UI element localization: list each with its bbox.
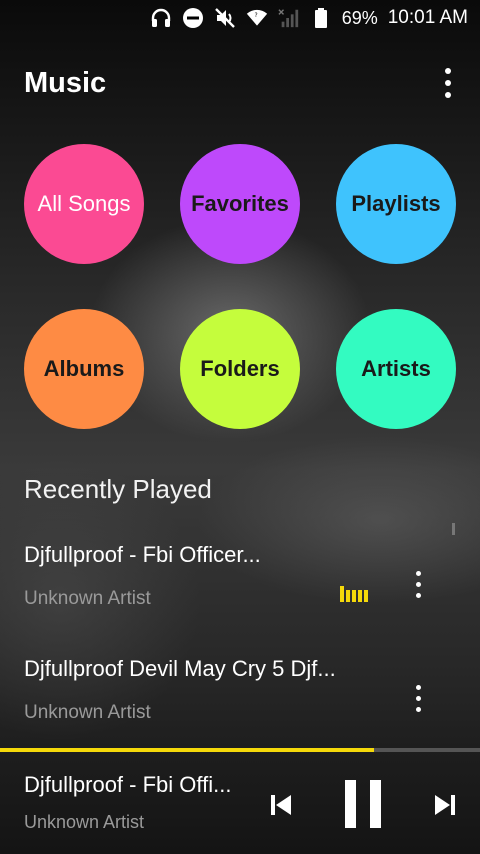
progress-fill: [0, 748, 375, 752]
muted-icon: [214, 7, 236, 29]
page-title: Music: [24, 66, 107, 99]
pause-icon[interactable]: [338, 776, 388, 832]
category-playlists[interactable]: Playlists: [336, 144, 456, 264]
track-menu-icon[interactable]: [406, 678, 430, 718]
category-favorites[interactable]: Favorites: [180, 144, 300, 264]
track-artist: Unknown Artist: [24, 588, 151, 609]
wifi-icon: ?: [246, 7, 268, 29]
category-folders[interactable]: Folders: [180, 309, 300, 429]
player-title: Djfullproof - Fbi Offi...: [24, 772, 232, 797]
clock: 10:01 AM: [387, 7, 468, 28]
app-bar: Music: [24, 60, 460, 106]
category-albums[interactable]: Albums: [24, 309, 144, 429]
section-title: Recently Played: [24, 474, 212, 504]
track-artist: Unknown Artist: [24, 702, 151, 723]
list-item[interactable]: Djfullproof - Fbi Officer... Unknown Art…: [24, 542, 460, 642]
more-vert-icon[interactable]: [436, 63, 460, 103]
category-label: Artists: [361, 356, 431, 381]
status-bar: ? 69% 10:01 AM: [0, 0, 480, 36]
now-playing-equalizer-icon: [340, 586, 368, 602]
mini-player[interactable]: Djfullproof - Fbi Offi... Unknown Artist: [0, 748, 480, 854]
category-label: All Songs: [37, 191, 131, 216]
category-label: Favorites: [191, 191, 289, 216]
category-label: Folders: [200, 356, 280, 381]
track-title: Djfullproof - Fbi Officer...: [24, 542, 261, 567]
category-grid: All Songs Favorites Playlists Albums Fol…: [24, 144, 456, 474]
previous-icon[interactable]: [266, 790, 296, 820]
no-signal-icon: [278, 7, 300, 29]
scroll-indicator: [452, 523, 455, 535]
category-all-songs[interactable]: All Songs: [24, 144, 144, 264]
category-label: Albums: [43, 356, 125, 381]
svg-text:?: ?: [254, 13, 257, 19]
battery-percent: 69%: [341, 7, 378, 28]
category-label: Playlists: [351, 191, 441, 216]
track-title: Djfullproof Devil May Cry 5 Djf...: [24, 656, 336, 681]
next-icon[interactable]: [430, 790, 460, 820]
category-artists[interactable]: Artists: [336, 309, 456, 429]
track-menu-icon[interactable]: [406, 564, 430, 604]
player-artist: Unknown Artist: [24, 812, 145, 832]
battery-icon: [310, 7, 332, 29]
progress-bar[interactable]: [0, 748, 480, 752]
dnd-icon: [182, 7, 204, 29]
list-item[interactable]: Djfullproof Devil May Cry 5 Djf... Unkno…: [24, 656, 460, 756]
headphones-icon: [150, 7, 172, 29]
